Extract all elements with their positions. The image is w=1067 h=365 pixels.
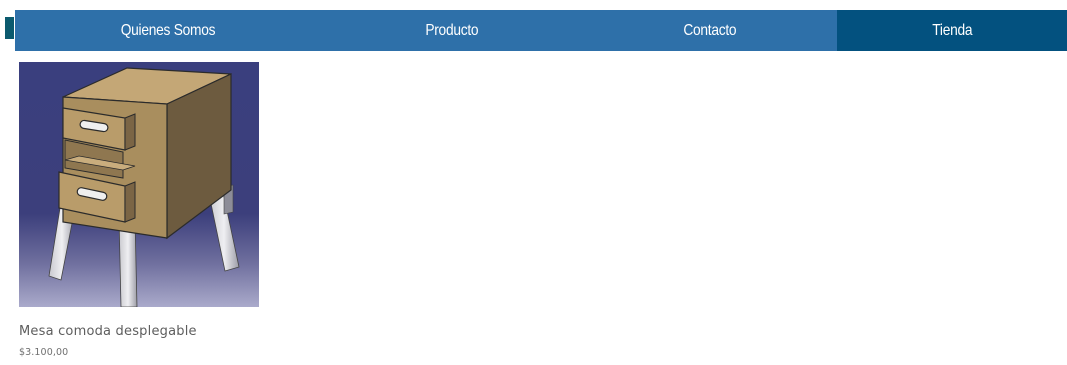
nav-accent-marker — [5, 17, 14, 39]
product-name[interactable]: Mesa comoda desplegable — [19, 324, 259, 340]
nav-item-contacto[interactable]: Contacto — [583, 10, 837, 51]
nav-item-tienda[interactable]: Tienda — [837, 10, 1067, 51]
product-price: $3.100,00 — [19, 347, 69, 358]
nav-item-label: Producto — [425, 21, 479, 39]
product-image[interactable] — [19, 62, 259, 307]
nav-item-label: Quienes Somos — [120, 21, 216, 39]
nav-item-label: Contacto — [683, 21, 737, 39]
main-navigation: Quienes Somos Producto Contacto Tienda — [15, 10, 1067, 51]
product-card: Mesa comoda desplegable $3.100,00 — [19, 62, 259, 358]
nav-item-quienes-somos[interactable]: Quienes Somos — [15, 10, 321, 51]
nav-item-label: Tienda — [931, 21, 973, 39]
nav-item-producto[interactable]: Producto — [321, 10, 583, 51]
